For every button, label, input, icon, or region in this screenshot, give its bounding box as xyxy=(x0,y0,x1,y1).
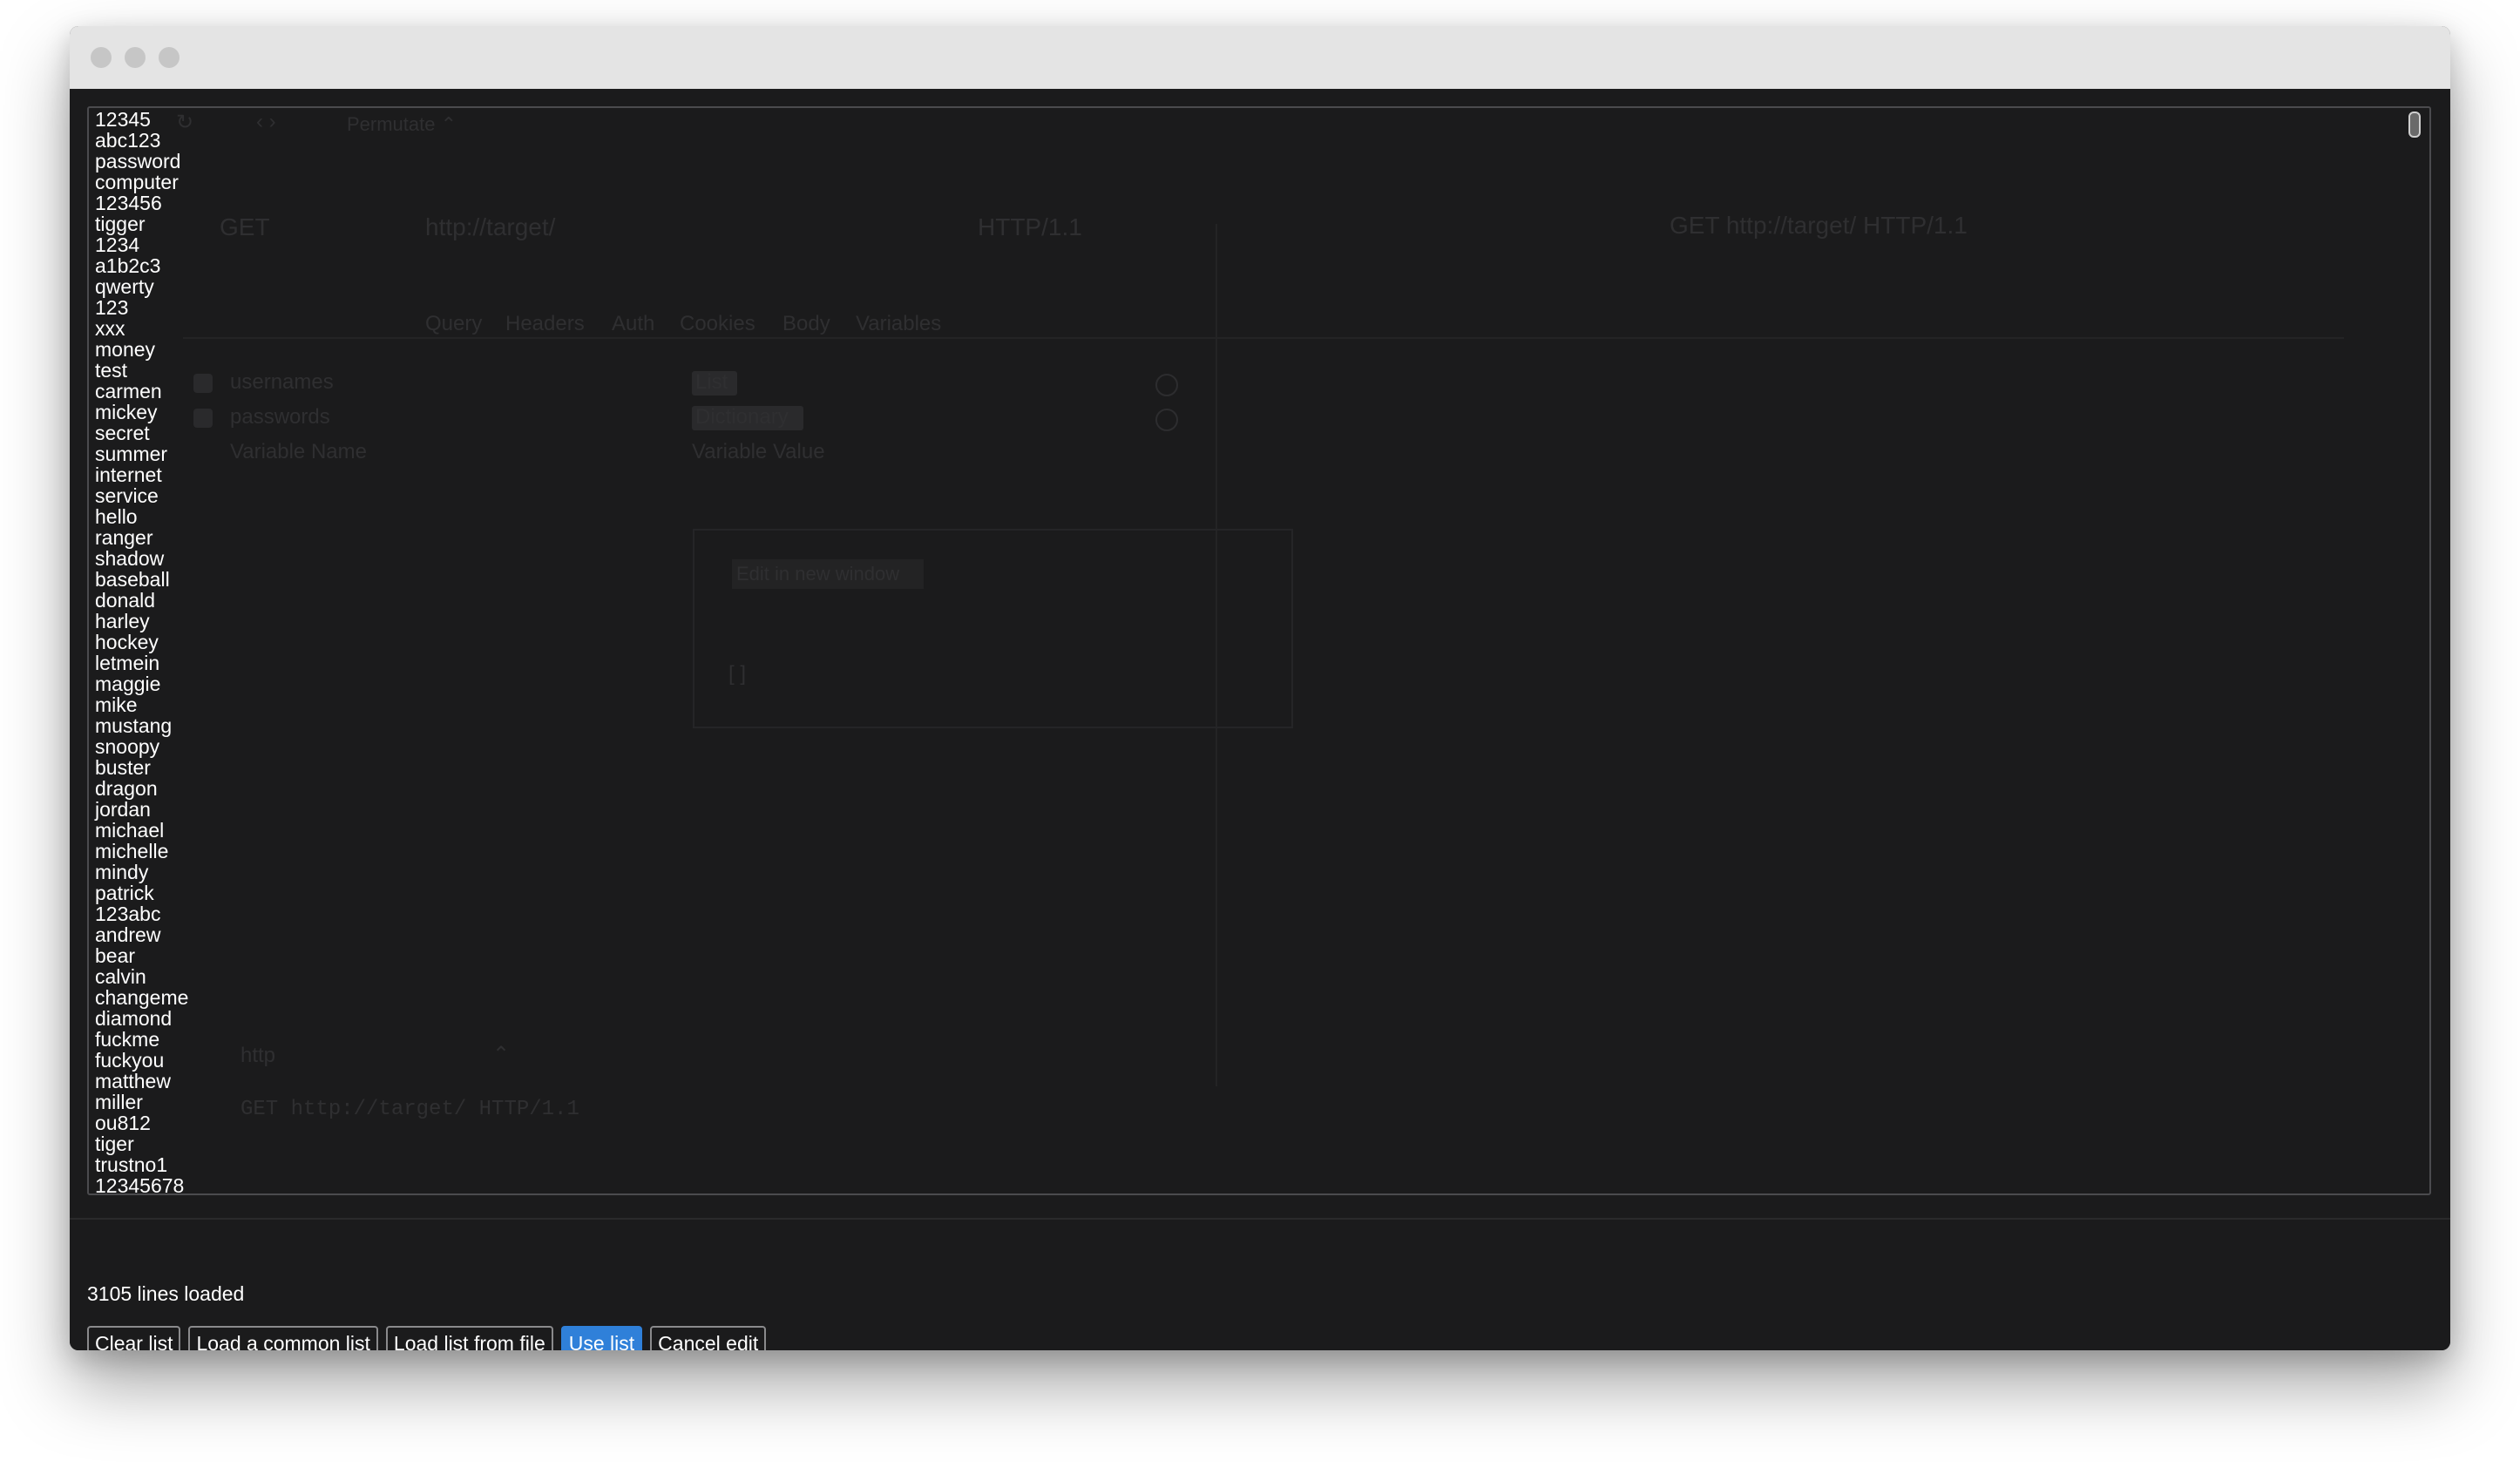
list-item: baseball xyxy=(95,568,170,591)
list-item: changeme xyxy=(95,986,189,1009)
list-item: snoopy xyxy=(95,735,160,758)
list-item: andrew xyxy=(95,923,161,946)
list-item: mickey xyxy=(95,401,158,423)
list-item: trustno1 xyxy=(95,1153,168,1176)
minimize-window-button[interactable] xyxy=(125,47,146,68)
list-item: 1234 xyxy=(95,233,140,256)
list-item: mike xyxy=(95,693,138,716)
cancel-edit-button[interactable]: Cancel edit xyxy=(650,1326,767,1350)
list-item: shadow xyxy=(95,547,165,570)
list-item: 12345 xyxy=(95,108,151,131)
list-item: internet xyxy=(95,463,162,486)
list-item: dragon xyxy=(95,777,158,800)
list-item: tiger xyxy=(95,1133,134,1155)
divider xyxy=(70,1218,2450,1220)
list-lines: 12345 abc123 password computer 123456 tigger 1… xyxy=(95,108,189,1195)
list-item: jordan xyxy=(95,798,151,821)
list-item: fuckyou xyxy=(95,1049,165,1072)
list-item: michelle xyxy=(95,840,169,862)
list-item: diamond xyxy=(95,1007,173,1030)
list-item: carmen xyxy=(95,380,162,402)
list-item: letmein xyxy=(95,652,160,674)
list-item: matthew xyxy=(95,1070,171,1092)
list-item: 12345678 xyxy=(95,1174,185,1195)
list-item: 123abc xyxy=(95,903,161,925)
list-item: money xyxy=(95,338,156,361)
list-item: xxx xyxy=(95,317,125,340)
list-item: 123 xyxy=(95,296,129,319)
list-item: miller xyxy=(95,1091,143,1113)
list-item: abc123 xyxy=(95,129,161,152)
list-item: ranger xyxy=(95,526,153,549)
load-list-from-file-button[interactable]: Load list from file xyxy=(385,1326,553,1350)
list-item: service xyxy=(95,484,159,507)
close-window-button[interactable] xyxy=(91,47,112,68)
list-item: bear xyxy=(95,944,136,967)
app-content: ↻ ‹ › Permutate ⌃ GET http://target/ HTT… xyxy=(70,89,2450,1350)
load-common-list-button[interactable]: Load a common list xyxy=(188,1326,378,1350)
list-item: calvin xyxy=(95,965,146,988)
list-item: mustang xyxy=(95,714,173,737)
list-actions: Clear list Load a common list Load list … xyxy=(87,1326,767,1350)
app-window: ↻ ‹ › Permutate ⌃ GET http://target/ HTT… xyxy=(70,26,2450,1350)
list-item: password xyxy=(95,150,181,172)
list-item: maggie xyxy=(95,673,161,695)
list-item: harley xyxy=(95,610,150,632)
use-list-button[interactable]: Use list xyxy=(560,1326,643,1350)
clear-list-button[interactable]: Clear list xyxy=(87,1326,181,1350)
zoom-window-button[interactable] xyxy=(159,47,180,68)
list-item: hello xyxy=(95,505,138,528)
list-item: buster xyxy=(95,756,151,779)
list-item: test xyxy=(95,359,128,382)
list-item: summer xyxy=(95,443,168,465)
list-item: fuckme xyxy=(95,1028,160,1051)
list-item: qwerty xyxy=(95,275,154,298)
list-item: donald xyxy=(95,589,156,612)
list-item: michael xyxy=(95,819,165,842)
list-item: a1b2c3 xyxy=(95,254,161,277)
scrollbar[interactable] xyxy=(2407,108,2424,1193)
list-item: tigger xyxy=(95,213,146,235)
scrollbar-thumb[interactable] xyxy=(2408,112,2421,138)
list-editor[interactable]: 12345 abc123 password computer 123456 tigger 1… xyxy=(87,106,2431,1195)
list-item: 123456 xyxy=(95,192,162,214)
title-bar xyxy=(70,26,2450,89)
lines-loaded-status: 3105 lines loaded xyxy=(87,1282,245,1305)
list-item: mindy xyxy=(95,861,149,883)
list-item: secret xyxy=(95,422,150,444)
list-item: ou812 xyxy=(95,1112,151,1134)
list-item: patrick xyxy=(95,882,154,904)
list-item: computer xyxy=(95,171,179,193)
list-item: hockey xyxy=(95,631,159,653)
